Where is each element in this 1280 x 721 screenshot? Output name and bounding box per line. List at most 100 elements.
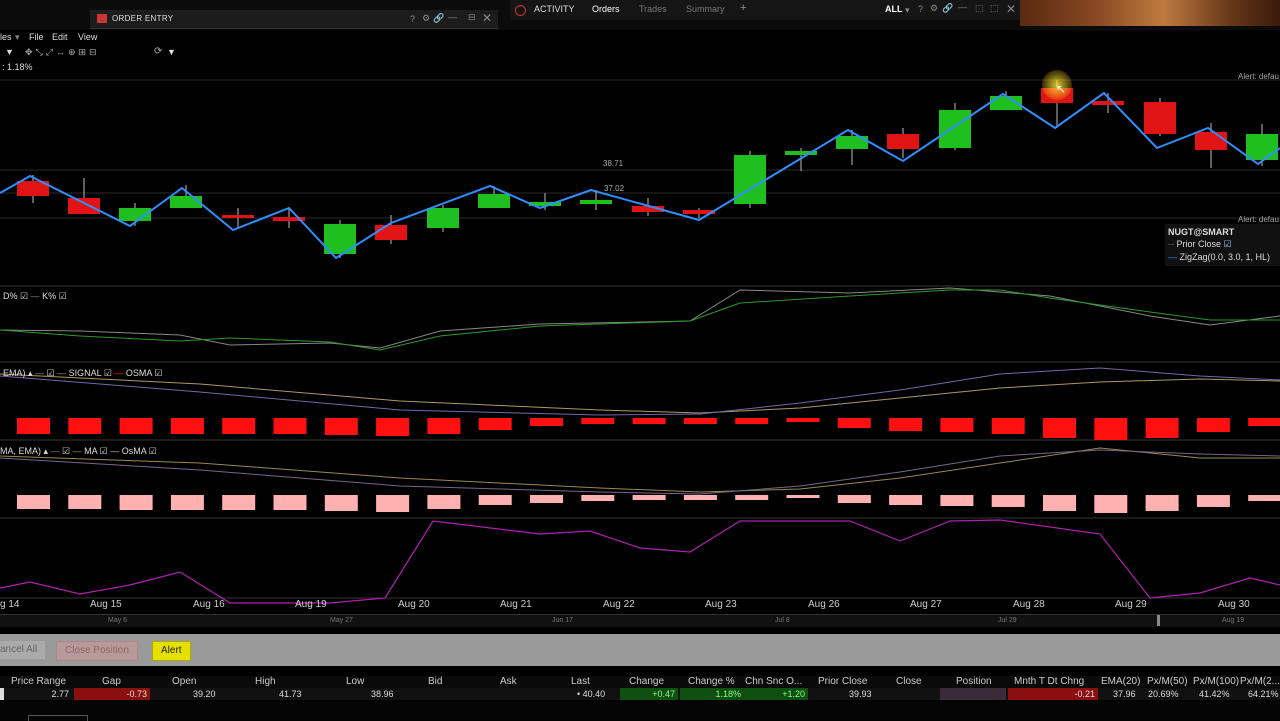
- col-header[interactable]: Px/M(2...: [1240, 676, 1280, 687]
- legend-symbol[interactable]: NUGT@SMART: [1168, 227, 1234, 237]
- col-header[interactable]: Px/M(50): [1147, 676, 1188, 687]
- alert-label-top: Alert: defau: [1238, 72, 1279, 81]
- candle-body: [375, 225, 407, 240]
- col-header[interactable]: Price Range: [11, 676, 66, 687]
- osma2-legend[interactable]: MA, EMA) ▴ — ☑ — MA ☑ — OsMA ☑: [0, 446, 157, 457]
- navigator-strip[interactable]: [0, 614, 1280, 627]
- cell-close: [900, 688, 906, 700]
- col-header[interactable]: EMA(20): [1101, 676, 1140, 687]
- row-selector[interactable]: [0, 688, 4, 700]
- col-header[interactable]: Low: [346, 676, 364, 687]
- nav-date-label: Jul 29: [998, 617, 1017, 624]
- minimize-icon-2[interactable]: ―: [958, 2, 967, 12]
- osma2-osma-label: OsMA: [121, 446, 147, 456]
- alert-button[interactable]: Alert: [152, 641, 191, 661]
- cell-high: 41.73: [279, 689, 302, 699]
- price-label-37: 37.02: [604, 184, 625, 193]
- maximize-icon[interactable]: ⬚: [990, 3, 999, 14]
- candle-body: [170, 196, 202, 208]
- osma-bar: [1043, 418, 1076, 438]
- dropdown-arrow-icon[interactable]: ▼: [5, 47, 14, 57]
- osma-bar: [324, 418, 358, 435]
- stoch-k-label: K%: [42, 291, 57, 301]
- cancel-all-button[interactable]: ancel All: [0, 641, 46, 659]
- restore-icon[interactable]: ⬚: [975, 3, 984, 14]
- col-header[interactable]: Change: [629, 676, 664, 687]
- filter-all-dropdown[interactable]: ALL: [885, 4, 903, 14]
- osma2-bar: [991, 495, 1025, 507]
- legend-prior-close[interactable]: -- Prior Close ☑: [1168, 239, 1232, 250]
- chevron-down-icon-menu[interactable]: ▾: [15, 32, 20, 43]
- col-header[interactable]: Close: [896, 676, 922, 687]
- close-position-button[interactable]: Close Position: [56, 641, 138, 661]
- cell-prior-close: 39.93: [849, 689, 872, 699]
- refresh-icon[interactable]: ⟳: [154, 46, 162, 57]
- minimize-icon[interactable]: ―: [448, 12, 457, 22]
- macd-legend[interactable]: EMA) ▴ — ☑ — SIGNAL ☑ — OSMA ☑: [3, 368, 163, 379]
- tab-orders[interactable]: Orders: [592, 4, 620, 14]
- col-header[interactable]: Mnth T Dt Chng: [1014, 676, 1084, 687]
- col-header[interactable]: Chn Snc O...: [745, 676, 802, 687]
- date-label: g 14: [0, 599, 20, 610]
- chart-canvas[interactable]: [0, 58, 1280, 618]
- settings-icon-2[interactable]: ⚙: [930, 3, 938, 14]
- date-label: Aug 23: [705, 599, 737, 610]
- grid: [0, 79, 1280, 599]
- close-icon[interactable]: ✕: [482, 11, 492, 25]
- col-header[interactable]: Bid: [428, 676, 442, 687]
- date-label: Aug 21: [500, 599, 532, 610]
- osma2-bar: [735, 495, 769, 500]
- osma-bar: [530, 418, 563, 426]
- candle-body: [887, 134, 919, 149]
- nav-date-label: May 27: [330, 617, 353, 624]
- menu-view[interactable]: View: [78, 32, 97, 42]
- navigator-handle[interactable]: [1157, 615, 1160, 626]
- link-icon-2[interactable]: 🔗: [942, 3, 953, 14]
- candle-body: [427, 208, 459, 228]
- osma2-bar: [222, 495, 256, 510]
- cell-mtd: -0.21: [1008, 688, 1098, 700]
- settings-icon[interactable]: ⚙: [422, 13, 430, 24]
- nav-date-label: Jun 17: [552, 617, 574, 624]
- pin-icon[interactable]: ⊟: [468, 12, 476, 23]
- osma-bar: [683, 418, 717, 424]
- close-icon-2[interactable]: ✕: [1006, 2, 1016, 16]
- order-entry-logo-icon: [97, 14, 107, 23]
- legend-zigzag[interactable]: — ZigZag(0.0, 3.0, 1, HL): [1168, 252, 1270, 262]
- help-icon-2[interactable]: ?: [918, 4, 923, 14]
- menu-edit[interactable]: Edit: [52, 32, 68, 42]
- osma2-bar: [376, 495, 410, 512]
- bottom-tab[interactable]: [28, 715, 88, 721]
- col-header[interactable]: Gap: [102, 676, 121, 687]
- col-header[interactable]: Px/M(100): [1193, 676, 1239, 687]
- stoch-legend[interactable]: D% ☑ — K% ☑: [3, 291, 67, 302]
- col-header[interactable]: Change %: [688, 676, 735, 687]
- osma2-bar: [837, 495, 871, 503]
- link-icon[interactable]: 🔗: [433, 13, 444, 24]
- menu-partial[interactable]: les: [0, 32, 12, 42]
- osma-bar: [68, 418, 102, 434]
- col-header[interactable]: Open: [172, 676, 196, 687]
- candle-body: [1246, 134, 1278, 160]
- col-header[interactable]: Ask: [500, 676, 517, 687]
- add-tab-button[interactable]: +: [740, 2, 746, 14]
- button-bar: [0, 634, 1280, 666]
- tab-summary[interactable]: Summary: [686, 4, 725, 14]
- candles: [17, 80, 1278, 258]
- drawing-tools-icons[interactable]: ✥⤡⤢↔⊕⊞⊟: [25, 47, 100, 58]
- menu-file[interactable]: File: [29, 32, 44, 42]
- col-header[interactable]: Last: [571, 676, 590, 687]
- osma-bar: [889, 418, 923, 431]
- chevron-down-icon[interactable]: ▾: [905, 5, 910, 16]
- osma-bar: [837, 418, 871, 428]
- osma2-bar: [889, 495, 923, 505]
- macd-line: [0, 367, 1280, 416]
- legend-zigzag-label: ZigZag(0.0, 3.0, 1, HL): [1179, 252, 1271, 262]
- col-header[interactable]: Prior Close: [818, 676, 867, 687]
- col-header[interactable]: High: [255, 676, 276, 687]
- col-header[interactable]: Position: [956, 676, 992, 687]
- tab-trades[interactable]: Trades: [639, 4, 667, 14]
- osma2-bar: [1248, 495, 1280, 501]
- chevron-down-icon-tools[interactable]: ▼: [167, 47, 176, 57]
- help-icon[interactable]: ?: [410, 14, 415, 24]
